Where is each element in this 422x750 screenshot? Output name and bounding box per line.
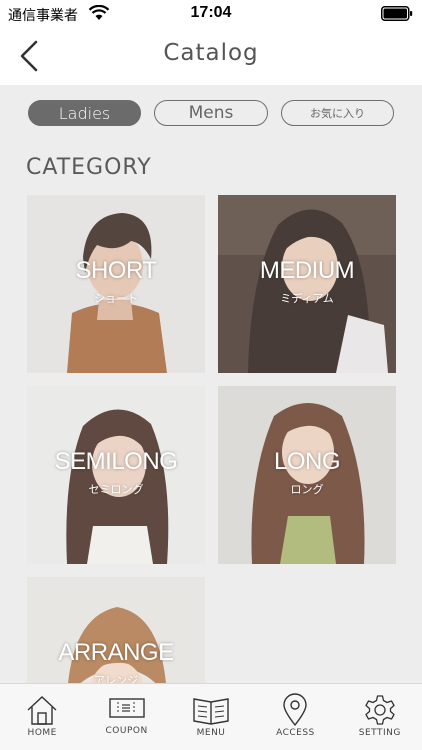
- battery-icon: [381, 6, 413, 21]
- segment-mens[interactable]: Mens: [154, 100, 268, 126]
- tab-label: COUPON: [105, 726, 148, 736]
- book-icon: [193, 698, 229, 725]
- category-tile-short[interactable]: SHORT ショート: [27, 195, 205, 373]
- catalog-content[interactable]: Ladies Mens お気に入り CATEGORY SHORT ショート ME…: [0, 85, 422, 683]
- map-pin-icon: [283, 693, 308, 727]
- category-tile-medium[interactable]: MEDIUM ミディアム: [218, 195, 396, 373]
- page-title: Catalog: [163, 40, 259, 66]
- category-label-en: SHORT: [75, 257, 157, 284]
- gear-icon: [365, 695, 395, 725]
- category-tile-semilong[interactable]: SEMILONG セミロング: [27, 386, 205, 564]
- tab-menu[interactable]: MENU: [169, 684, 253, 750]
- tab-access[interactable]: ACCESS: [253, 684, 337, 750]
- category-label-en: ARRANGE: [58, 639, 174, 666]
- category-heading: CATEGORY: [26, 155, 152, 180]
- category-label-en: MEDIUM: [259, 257, 355, 284]
- tab-label: ACCESS: [276, 728, 315, 738]
- category-label-jp: セミロング: [88, 483, 144, 496]
- tab-coupon[interactable]: COUPON: [84, 684, 168, 750]
- status-time: 17:04: [190, 4, 232, 21]
- tab-home[interactable]: HOME: [0, 684, 84, 750]
- segment-favorites[interactable]: お気に入り: [281, 100, 394, 126]
- category-label-en: LONG: [273, 448, 341, 475]
- status-bar: 通信事業者 17:04: [0, 0, 422, 28]
- navigation-bar: Catalog: [0, 28, 422, 85]
- segment-ladies[interactable]: Ladies: [28, 100, 141, 126]
- category-tile-long[interactable]: LONG ロング: [218, 386, 396, 564]
- category-label-jp: ミディアム: [280, 292, 334, 305]
- tab-setting[interactable]: SETTING: [338, 684, 422, 750]
- category-label-en: SEMILONG: [54, 448, 178, 475]
- category-tile-arrange[interactable]: ARRANGE アレンジ: [27, 577, 205, 683]
- category-label-jp: ロング: [290, 483, 324, 496]
- category-label-jp: アレンジ: [94, 674, 138, 683]
- coupon-icon: [108, 698, 145, 718]
- category-label-jp: ショート: [94, 292, 138, 305]
- tile-overlay: [27, 577, 205, 683]
- tab-label: HOME: [27, 728, 57, 738]
- home-icon: [27, 696, 57, 725]
- tab-bar: HOME COUPON MENU ACCESS SETTING: [0, 683, 422, 750]
- tab-label: SETTING: [358, 728, 401, 738]
- tab-label: MENU: [196, 728, 226, 738]
